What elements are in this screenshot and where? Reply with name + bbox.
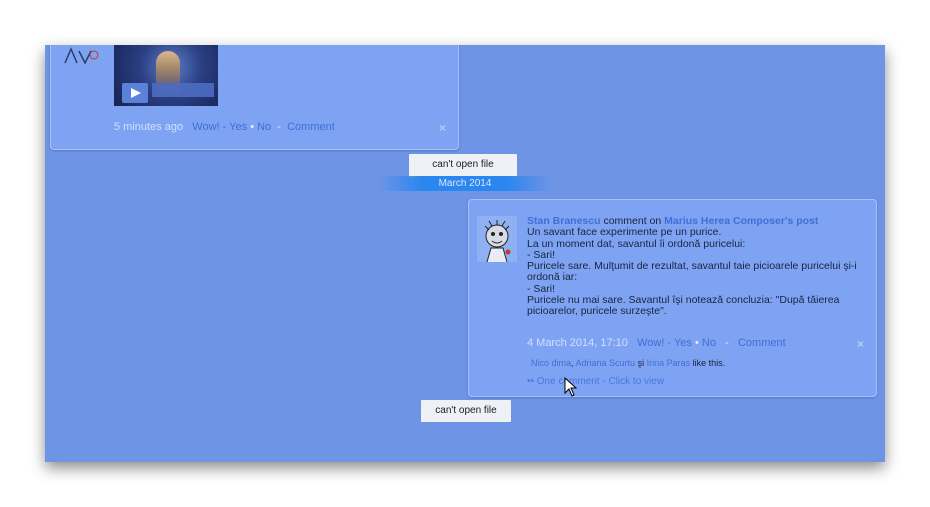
- like-user-link[interactable]: Irina Paras: [647, 358, 691, 368]
- dash: -: [725, 337, 729, 349]
- app-screen: 5 minutes ago Wow! - Yes • No - Comment …: [45, 45, 885, 462]
- post-time: 5 minutes ago: [114, 121, 184, 133]
- timeline-divider: March 2014: [379, 176, 551, 191]
- comment-line: Un savant face experimente pe un purice.: [527, 226, 722, 239]
- wow-label: Wow! -: [637, 337, 674, 349]
- play-icon[interactable]: [122, 83, 148, 103]
- no-link[interactable]: No: [702, 337, 716, 349]
- likes-summary: Nico dima, Adriana Scurtu şi Irina Paras…: [531, 358, 725, 368]
- wow-label: Wow! -: [192, 121, 230, 133]
- comment-body: Stan Branescu comment on Marius Herea Co…: [527, 215, 865, 318]
- comment-link[interactable]: Comment: [287, 121, 335, 133]
- close-icon[interactable]: ×: [439, 121, 446, 135]
- avatar[interactable]: [477, 216, 517, 262]
- timeline-month-label: March 2014: [438, 178, 492, 189]
- comment-post-card: Stan Branescu comment on Marius Herea Co…: [468, 199, 877, 397]
- post-meta: 4 March 2014, 17:10 Wow! - Yes • No - Co…: [527, 337, 786, 349]
- file-error-notice: can't open file: [421, 400, 511, 422]
- video-lower-third: [152, 83, 214, 97]
- mouse-cursor-icon: [564, 377, 578, 397]
- target-suffix: 's post: [784, 215, 819, 227]
- bullet: •: [250, 121, 255, 133]
- view-comments-link[interactable]: •• One comment - Click to view: [527, 376, 664, 387]
- post-date: 4 March 2014, 17:10: [527, 337, 628, 349]
- no-link[interactable]: No: [257, 121, 271, 133]
- likes-conjunction: şi: [635, 358, 647, 368]
- file-error-notice: can't open file: [409, 154, 517, 178]
- comment-line: Puricele nu mai sare. Savantul îşi notea…: [527, 294, 840, 318]
- yes-link[interactable]: Yes: [674, 337, 692, 349]
- comment-line: Puricele sare. Mulţumit de rezultat, sav…: [527, 260, 857, 284]
- like-user-link[interactable]: Nico dima: [531, 358, 571, 368]
- video-post-card: 5 minutes ago Wow! - Yes • No - Comment …: [50, 45, 459, 150]
- post-meta: 5 minutes ago Wow! - Yes • No - Comment: [114, 121, 335, 133]
- avatar[interactable]: [63, 45, 103, 65]
- video-thumbnail[interactable]: [114, 45, 218, 106]
- likes-suffix: like this.: [690, 358, 726, 368]
- target-page-link[interactable]: Marius Herea Composer: [664, 215, 785, 227]
- close-icon[interactable]: ×: [857, 337, 864, 351]
- bullet: •: [694, 337, 699, 349]
- comment-link[interactable]: Comment: [738, 337, 786, 349]
- comment-line: La un moment dat, savantul îi ordonă pur…: [527, 237, 746, 250]
- author-link[interactable]: Stan Branescu: [527, 215, 601, 227]
- yes-link[interactable]: Yes: [229, 121, 247, 133]
- like-user-link[interactable]: Adriana Scurtu: [576, 358, 636, 368]
- action-text: comment on: [600, 215, 665, 227]
- dash: -: [277, 121, 281, 133]
